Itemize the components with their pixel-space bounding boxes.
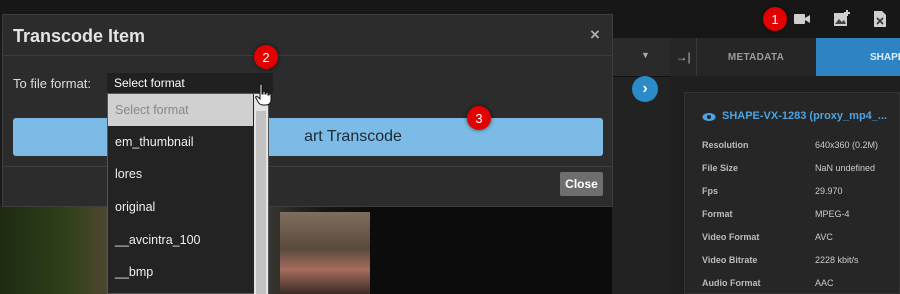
meta-label-file-size: File Size — [702, 163, 739, 173]
file-format-label: To file format: — [13, 76, 92, 91]
dropdown-scrollbar-thumb[interactable] — [256, 111, 266, 294]
hand-pointer-icon — [254, 83, 274, 112]
meta-value-fps: 29.970 — [815, 186, 843, 196]
tab-shape[interactable]: SHAPE — [816, 38, 900, 76]
modal-footer-divider — [2, 166, 613, 167]
callout-marker-3: 3 — [467, 106, 491, 130]
file-format-select[interactable]: Select format — [107, 73, 273, 93]
dropdown-option-lores[interactable]: lores — [108, 158, 253, 190]
thumbnail-image-detail — [280, 212, 370, 294]
close-button[interactable]: Close — [560, 172, 603, 196]
close-icon[interactable]: × — [590, 25, 600, 45]
dropdown-option-bmp[interactable]: __bmp — [108, 256, 253, 288]
meta-label-resolution: Resolution — [702, 140, 749, 150]
chevron-down-icon[interactable]: ▼ — [641, 50, 650, 60]
meta-value-video-bitrate: 2228 kbit/s — [815, 255, 859, 265]
meta-label-audio-format: Audio Format — [702, 278, 761, 288]
shape-title[interactable]: SHAPE-VX-1283 (proxy_mp4_... — [722, 110, 887, 122]
meta-value-video-format: AVC — [815, 232, 833, 242]
tab-metadata[interactable]: METADATA — [696, 38, 816, 76]
arrow-right-bar-icon[interactable]: →| — [670, 38, 697, 76]
dropdown-option-avcintra-100[interactable]: __avcintra_100 — [108, 224, 253, 256]
start-transcode-button[interactable]: art Transcode — [13, 118, 603, 156]
add-image-icon[interactable] — [832, 9, 852, 29]
eye-icon[interactable] — [702, 110, 716, 128]
dropdown-option-original[interactable]: original — [108, 191, 253, 223]
meta-value-format: MPEG-4 — [815, 209, 850, 219]
meta-value-file-size: NaN undefined — [815, 163, 876, 173]
chevron-right-icon[interactable]: › — [632, 76, 658, 102]
modal-title: Transcode Item — [13, 26, 146, 46]
meta-label-video-format: Video Format — [702, 232, 760, 242]
meta-label-fps: Fps — [702, 186, 719, 196]
callout-marker-1: 1 — [763, 7, 787, 31]
meta-label-format: Format — [702, 209, 733, 219]
meta-label-video-bitrate: Video Bitrate — [702, 255, 758, 265]
dropdown-option-em-thumbnail[interactable]: em_thumbnail — [108, 126, 253, 158]
start-transcode-label: art Transcode — [304, 128, 402, 145]
meta-value-audio-format: AAC — [815, 278, 834, 288]
document-x-icon[interactable] — [870, 9, 890, 29]
video-area — [370, 206, 612, 294]
callout-marker-2: 2 — [254, 45, 278, 69]
dropdown-option-select-format[interactable]: Select format — [108, 94, 253, 126]
video-camera-icon[interactable] — [792, 9, 812, 29]
meta-value-resolution: 640x360 (0.2M) — [815, 140, 879, 150]
